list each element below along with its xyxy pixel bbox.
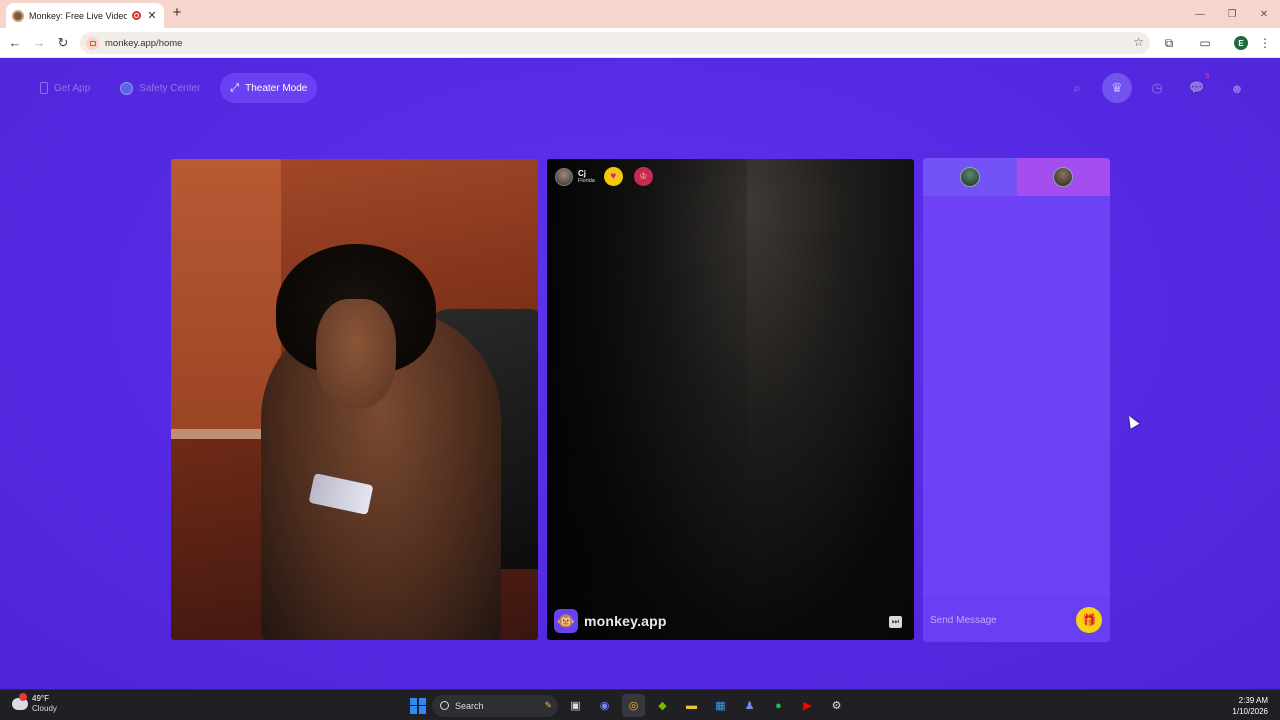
self-video-feed bbox=[171, 159, 538, 640]
monkey-page: Get App Safety Center ⤢ Theater Mode ⌕ ♛… bbox=[0, 58, 1280, 689]
extensions-icon[interactable]: ⧉ bbox=[1161, 35, 1177, 51]
address-bar[interactable]: monkey.app/home ☆ bbox=[80, 32, 1150, 54]
search-icon[interactable]: ⌕ bbox=[1062, 73, 1092, 103]
taskbar-search[interactable]: Search ✎ bbox=[432, 694, 558, 717]
back-arrow-icon[interactable]: ← bbox=[7, 35, 23, 51]
url-text[interactable]: monkey.app/home bbox=[105, 38, 182, 49]
chrome-icon[interactable]: ◎ bbox=[622, 694, 645, 717]
heart-icon[interactable]: ♥ bbox=[603, 167, 623, 186]
header-actions: ⌕ ♛ ◷ 💬 3 ☻ bbox=[1062, 73, 1252, 103]
gift-icon[interactable]: 🎁 bbox=[1076, 607, 1102, 633]
spotify-icon[interactable]: ● bbox=[767, 694, 790, 717]
browser-tab[interactable]: Monkey: Free Live Video Cl ✕ bbox=[6, 3, 164, 28]
notification-count: 3 bbox=[1205, 73, 1209, 80]
chat-tab-partner[interactable] bbox=[1016, 158, 1110, 196]
app-icon[interactable]: ⚙ bbox=[825, 694, 848, 717]
weather-temperature: 49°F bbox=[32, 694, 49, 703]
taskbar-search-label: Search bbox=[455, 700, 484, 711]
windows-taskbar: 49°F Cloudy Search ✎ ▣ ◉ ◎ ◆ ▬ ▦ ♟ ● ▶ ⚙… bbox=[0, 689, 1280, 720]
windows-start-icon[interactable] bbox=[410, 697, 426, 714]
chat-messages bbox=[923, 196, 1110, 596]
nvidia-icon[interactable]: ◆ bbox=[651, 694, 674, 717]
close-window-button[interactable]: ✕ bbox=[1248, 0, 1280, 28]
monkey-logo-icon: 🐵 bbox=[554, 609, 578, 633]
safety-center-label: Safety Center bbox=[139, 82, 201, 94]
brand-text: monkey.app bbox=[584, 613, 667, 629]
teams-icon[interactable]: ♟ bbox=[738, 694, 761, 717]
clock-date: 1/10/2026 bbox=[1232, 707, 1268, 716]
tab-close-icon[interactable]: ✕ bbox=[146, 9, 158, 22]
monkey-watermark: 🐵 monkey.app bbox=[554, 609, 667, 633]
monkey-favicon-icon bbox=[12, 9, 24, 22]
expand-icon: ⤢ bbox=[230, 81, 240, 94]
chat-tab-self[interactable] bbox=[923, 158, 1017, 196]
get-app-button[interactable]: Get App bbox=[30, 73, 100, 103]
partner-text: Cj Florida bbox=[578, 169, 595, 185]
safety-center-button[interactable]: Safety Center bbox=[110, 73, 210, 103]
profile-avatar[interactable]: E bbox=[1233, 35, 1249, 51]
epic-games-icon[interactable]: ▣ bbox=[564, 694, 587, 717]
partner-tab-avatar bbox=[1053, 167, 1074, 187]
recording-icon bbox=[132, 11, 141, 20]
partner-location: Florida bbox=[578, 177, 595, 184]
phone-icon bbox=[40, 82, 48, 94]
browser-tabbar: Monkey: Free Live Video Cl ✕ + — ❐ ✕ bbox=[0, 0, 1280, 28]
partner-video-feed: Cj Florida ♥ ♔ 🐵 monkey.app ⏭ bbox=[547, 159, 914, 640]
profile-avatar-icon[interactable]: ☻ bbox=[1222, 73, 1252, 103]
clock-time: 2:39 AM bbox=[1238, 696, 1268, 705]
cloudy-weather-icon bbox=[12, 693, 28, 710]
browser-toolbar: ← → ↻ monkey.app/home ☆ ⧉ ▭ E ⋮ bbox=[0, 28, 1280, 58]
forward-arrow-icon[interactable]: → bbox=[31, 35, 47, 51]
partner-name: Cj bbox=[578, 168, 586, 178]
menu-dots-icon[interactable]: ⋮ bbox=[1257, 35, 1273, 51]
search-icon bbox=[440, 701, 449, 710]
youtube-icon[interactable]: ▶ bbox=[796, 694, 819, 717]
store-icon[interactable]: ▦ bbox=[709, 694, 732, 717]
weather-text: 49°F Cloudy bbox=[32, 694, 57, 714]
maximize-button[interactable]: ❐ bbox=[1216, 0, 1248, 28]
get-app-label: Get App bbox=[54, 82, 91, 94]
weather-condition: Cloudy bbox=[32, 704, 57, 713]
tab-title: Monkey: Free Live Video Cl bbox=[29, 10, 127, 21]
shield-icon bbox=[120, 81, 134, 95]
discord-icon[interactable]: ◉ bbox=[593, 694, 616, 717]
bookmark-star-icon[interactable]: ☆ bbox=[1133, 35, 1144, 49]
camera-site-icon[interactable] bbox=[86, 36, 99, 50]
chat-tabs bbox=[923, 158, 1110, 196]
theater-mode-button[interactable]: ⤢ Theater Mode bbox=[220, 73, 318, 103]
crown-icon[interactable]: ♛ bbox=[1102, 73, 1132, 103]
video-person-face bbox=[316, 299, 396, 409]
new-tab-button[interactable]: + bbox=[170, 5, 184, 21]
chat-panel: 🎁 bbox=[923, 158, 1110, 642]
partner-info-chip[interactable]: Cj Florida ♥ ♔ bbox=[555, 167, 653, 186]
window-controls: — ❐ ✕ bbox=[1184, 0, 1280, 28]
reload-icon[interactable]: ↻ bbox=[55, 35, 71, 51]
search-highlight-icon: ✎ bbox=[544, 700, 552, 710]
theater-mode-label: Theater Mode bbox=[245, 82, 308, 94]
weather-widget[interactable]: 49°F Cloudy bbox=[12, 693, 57, 714]
history-clock-icon[interactable]: ◷ bbox=[1142, 73, 1172, 103]
messages-icon[interactable]: 💬 3 bbox=[1182, 73, 1212, 103]
system-clock[interactable]: 2:39 AM 1/10/2026 bbox=[1232, 695, 1268, 717]
video-shadow bbox=[547, 159, 747, 640]
header-nav: Get App Safety Center ⤢ Theater Mode bbox=[30, 73, 318, 103]
mouse-cursor-icon bbox=[1124, 413, 1140, 429]
file-explorer-icon[interactable]: ▬ bbox=[680, 694, 703, 717]
send-message-input[interactable] bbox=[930, 614, 1070, 626]
partner-avatar[interactable] bbox=[555, 167, 573, 186]
cast-media-icon[interactable]: ▭ bbox=[1197, 35, 1213, 51]
skip-next-icon[interactable]: ⏭ bbox=[889, 616, 902, 628]
taskbar-apps: Search ✎ ▣ ◉ ◎ ◆ ▬ ▦ ♟ ● ▶ ⚙ bbox=[410, 694, 848, 717]
badge-icon[interactable]: ♔ bbox=[633, 167, 653, 186]
minimize-button[interactable]: — bbox=[1184, 0, 1216, 28]
chat-input-row: 🎁 bbox=[923, 598, 1110, 642]
self-avatar bbox=[959, 167, 980, 187]
